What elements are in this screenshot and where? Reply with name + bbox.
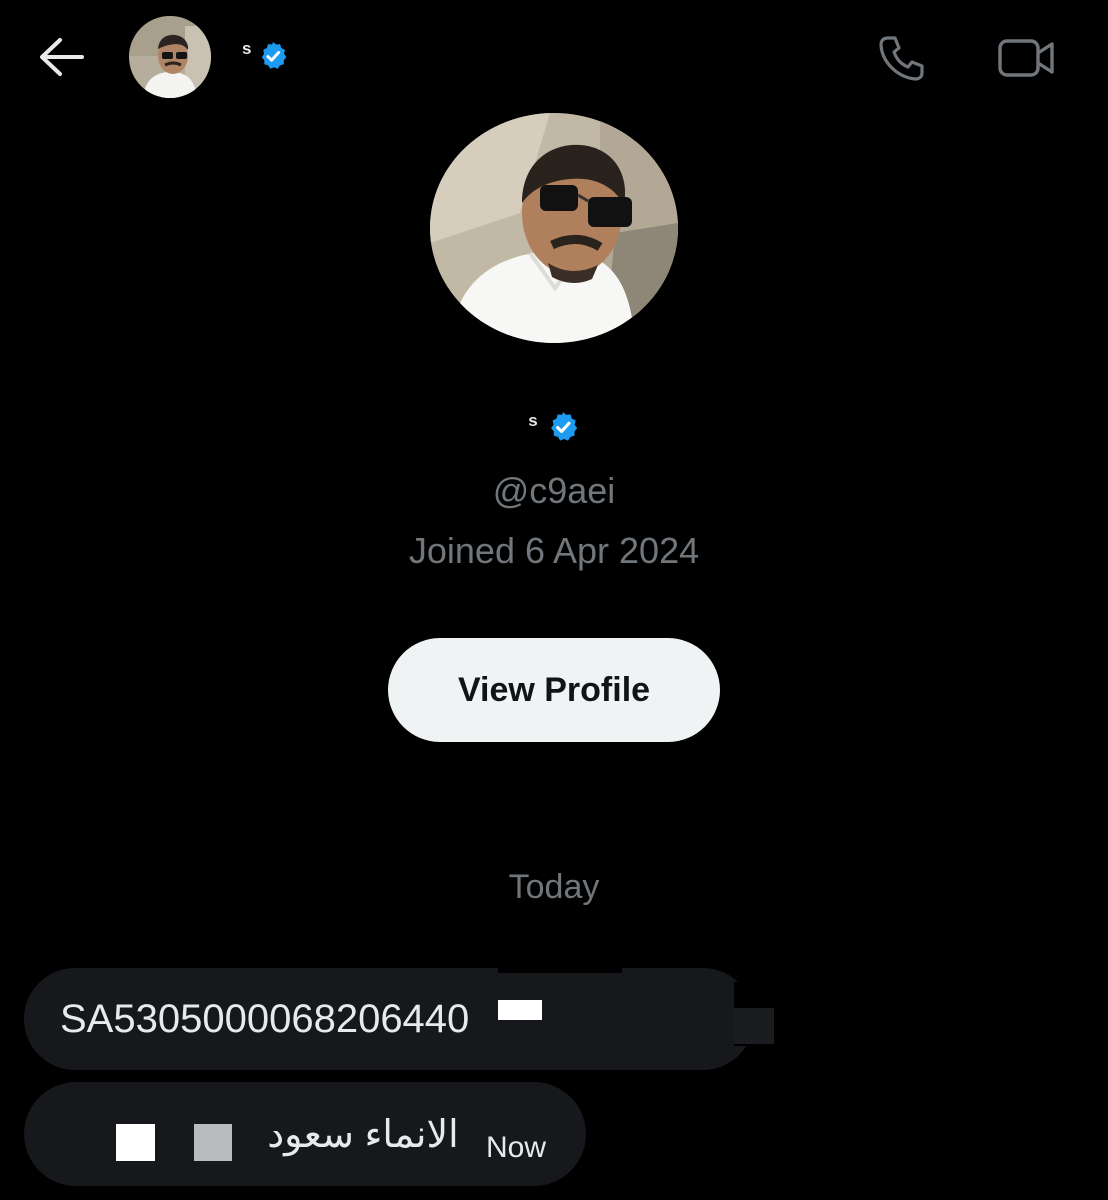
video-call-button[interactable] bbox=[996, 34, 1056, 82]
redaction-mark bbox=[498, 1000, 542, 1020]
redaction-mark bbox=[734, 1008, 774, 1044]
redaction-mark bbox=[498, 965, 622, 973]
arrow-left-icon bbox=[40, 38, 84, 76]
header-contact-name[interactable]: s bbox=[242, 39, 289, 72]
profile-joined-date: Joined 6 Apr 2024 bbox=[408, 530, 700, 571]
day-separator: Today bbox=[508, 868, 600, 906]
call-button[interactable] bbox=[874, 32, 928, 84]
unrendered-glyph-box bbox=[116, 1124, 155, 1161]
profile-handle: @c9aei bbox=[492, 470, 616, 511]
verified-badge-icon bbox=[550, 412, 577, 441]
verified-badge-icon bbox=[262, 42, 287, 69]
profile-name: s bbox=[0, 410, 1108, 444]
message-bubble[interactable]: SA5305000068206440 bbox=[24, 968, 754, 1070]
avatar-photo bbox=[129, 16, 211, 98]
view-profile-button[interactable]: View Profile bbox=[388, 638, 720, 742]
unrendered-glyph-box bbox=[194, 1124, 232, 1161]
message-text: الانماء سعود bbox=[267, 1114, 459, 1156]
video-camera-icon bbox=[998, 39, 1054, 77]
message-timestamp: Now bbox=[486, 1131, 547, 1164]
contact-name: s bbox=[242, 39, 252, 58]
phone-icon bbox=[879, 36, 924, 81]
message-text: SA5305000068206440 bbox=[60, 997, 470, 1041]
profile-display-name: s bbox=[528, 411, 538, 430]
profile-photo bbox=[430, 113, 678, 343]
back-button[interactable] bbox=[36, 34, 86, 80]
header-avatar[interactable] bbox=[129, 16, 211, 98]
profile-avatar[interactable] bbox=[430, 113, 678, 343]
